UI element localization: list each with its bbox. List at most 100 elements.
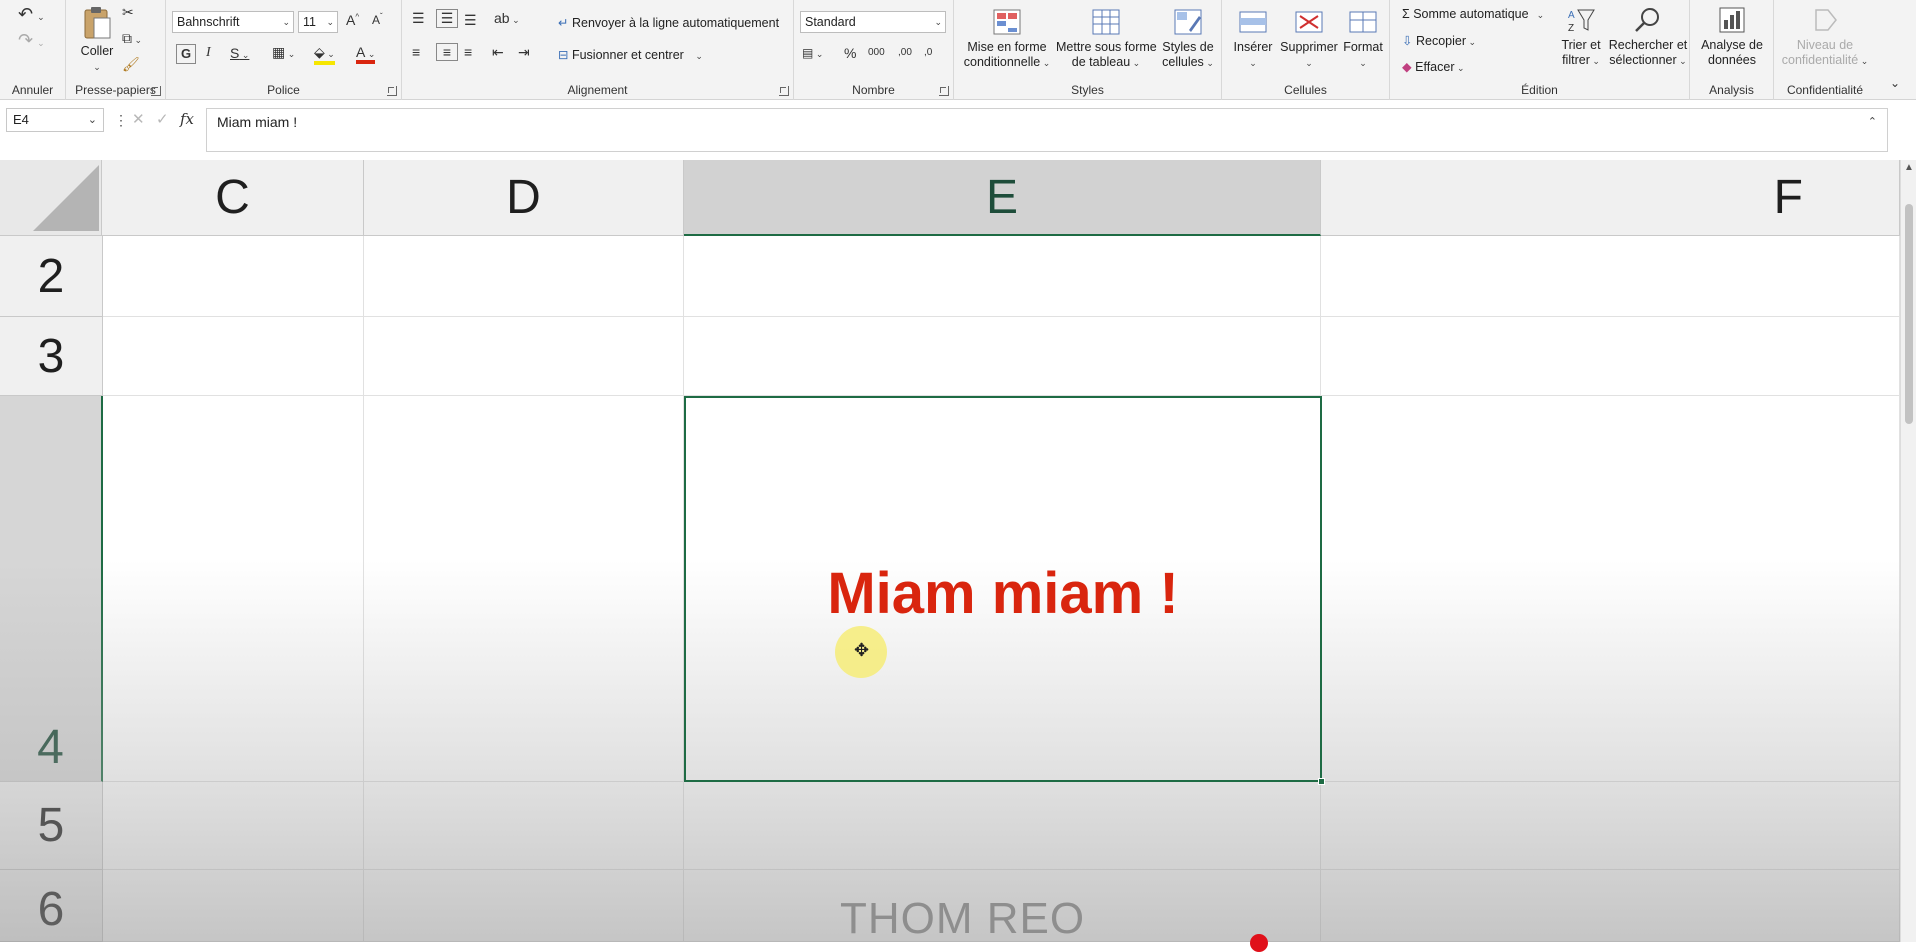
decrease-font-icon[interactable]: Aˇ bbox=[372, 12, 383, 27]
column-header-d[interactable]: D bbox=[364, 160, 684, 236]
name-box-dropdown-icon[interactable]: ⌄ bbox=[88, 109, 97, 131]
decrease-indent-icon[interactable]: ⇤ bbox=[492, 44, 504, 61]
cell-d5[interactable] bbox=[364, 782, 684, 870]
italic-button[interactable]: I bbox=[206, 45, 211, 61]
cell-c5[interactable] bbox=[103, 782, 364, 870]
active-cell-selection[interactable] bbox=[684, 396, 1325, 785]
cell-c6[interactable] bbox=[103, 870, 364, 942]
cell-c3[interactable] bbox=[103, 317, 364, 396]
vertical-scrollbar[interactable]: ▲ bbox=[1900, 160, 1916, 942]
font-color-icon[interactable]: A ⌄ bbox=[356, 44, 376, 64]
redo-icon[interactable]: ↷ ⌄ bbox=[18, 30, 45, 51]
row-header-3[interactable]: 3 bbox=[0, 317, 103, 396]
align-bottom-icon[interactable]: ☰ bbox=[464, 12, 477, 29]
currency-icon[interactable]: ▤ ⌄ bbox=[802, 46, 823, 60]
name-box[interactable]: E4 ⌄ bbox=[6, 108, 104, 132]
cell-f6[interactable] bbox=[1321, 870, 1900, 942]
formula-bar-options-icon[interactable]: ⋮ bbox=[114, 112, 128, 129]
cell-f5[interactable] bbox=[1321, 782, 1900, 870]
column-header-e[interactable]: E bbox=[684, 160, 1321, 236]
cell-d2[interactable] bbox=[364, 236, 684, 317]
find-select-label-2: sélectionner bbox=[1609, 53, 1677, 67]
column-header-c[interactable]: C bbox=[102, 160, 364, 236]
delete-button[interactable]: Supprimer ⌄ bbox=[1280, 8, 1338, 71]
cell-f4[interactable] bbox=[1321, 396, 1900, 782]
row-header-6[interactable]: 6 bbox=[0, 870, 103, 942]
align-top-icon[interactable]: ☰ bbox=[412, 10, 425, 27]
copy-icon[interactable]: ⧉ ⌄ bbox=[122, 30, 142, 47]
sensitivity-button[interactable]: Niveau de confidentialité ⌄ bbox=[1778, 6, 1872, 69]
increase-indent-icon[interactable]: ⇥ bbox=[518, 44, 530, 61]
format-button[interactable]: Format ⌄ bbox=[1340, 8, 1386, 71]
fill-handle[interactable] bbox=[1318, 778, 1325, 785]
conditional-formatting-button[interactable]: Mise en forme conditionnelle ⌄ bbox=[960, 8, 1054, 71]
clear-button[interactable]: ◆ Effacer ⌄ bbox=[1402, 59, 1465, 74]
find-select-button[interactable]: Rechercher et sélectionner ⌄ bbox=[1608, 6, 1688, 69]
bold-button[interactable]: G bbox=[176, 44, 196, 64]
ribbon-collapse-icon[interactable]: ⌄ bbox=[1890, 76, 1900, 90]
clipboard-launcher-icon[interactable] bbox=[151, 86, 161, 96]
insert-button[interactable]: Insérer ⌄ bbox=[1230, 8, 1276, 71]
cell-c4[interactable] bbox=[103, 396, 364, 782]
align-center-icon[interactable]: ≡ bbox=[436, 43, 458, 61]
insert-cells-icon bbox=[1239, 11, 1267, 33]
column-header-f[interactable]: F bbox=[1321, 160, 1900, 236]
cell-styles-label-2: cellules bbox=[1162, 55, 1204, 69]
format-painter-icon[interactable]: 🖌 bbox=[122, 56, 140, 73]
row-header-2[interactable]: 2 bbox=[0, 236, 103, 317]
cell-f2[interactable] bbox=[1321, 236, 1900, 317]
cell-d6[interactable] bbox=[364, 870, 684, 942]
font-launcher-icon[interactable] bbox=[387, 86, 397, 96]
font-size-select[interactable]: 11 ⌄ bbox=[298, 11, 338, 33]
alignment-launcher-icon[interactable] bbox=[779, 86, 789, 96]
percent-button[interactable]: % bbox=[844, 45, 856, 61]
cell-d4[interactable] bbox=[364, 396, 684, 782]
thousands-button[interactable]: 000 bbox=[868, 47, 885, 58]
select-all-button[interactable] bbox=[0, 160, 102, 236]
paste-button[interactable]: Coller ⌄ bbox=[76, 6, 118, 75]
styles-group-label: Styles bbox=[1071, 83, 1104, 97]
number-launcher-icon[interactable] bbox=[939, 86, 949, 96]
font-family-select[interactable]: Bahnschrift ⌄ bbox=[172, 11, 294, 33]
increase-decimals-button[interactable]: ,00 bbox=[898, 47, 912, 58]
align-right-icon[interactable]: ≡ bbox=[464, 44, 472, 60]
cell-e2[interactable] bbox=[684, 236, 1321, 317]
increase-font-icon[interactable]: A^ bbox=[346, 12, 359, 28]
cell-styles-button[interactable]: Styles de cellules ⌄ bbox=[1158, 8, 1218, 71]
wrap-text-button[interactable]: ↵ Renvoyer à la ligne automatiquement bbox=[558, 15, 779, 30]
row-header-4[interactable]: 4 bbox=[0, 396, 103, 782]
autosum-button[interactable]: Σ Somme automatique ⌄ bbox=[1402, 7, 1544, 21]
cell-e5[interactable] bbox=[684, 782, 1321, 870]
cell-e3[interactable] bbox=[684, 317, 1321, 396]
fill-button[interactable]: ⇩ Recopier ⌄ bbox=[1402, 33, 1476, 48]
underline-button[interactable]: S ⌄ bbox=[230, 45, 249, 61]
sort-filter-button[interactable]: AZ Trier et filtrer ⌄ bbox=[1556, 6, 1606, 69]
format-as-table-button[interactable]: Mettre sous forme de tableau ⌄ bbox=[1056, 8, 1157, 71]
analyze-data-label-2: données bbox=[1708, 53, 1756, 67]
decrease-decimals-button[interactable]: ,0 bbox=[924, 47, 932, 58]
cell-c2[interactable] bbox=[103, 236, 364, 317]
row-header-5[interactable]: 5 bbox=[0, 782, 103, 870]
scroll-thumb[interactable] bbox=[1905, 204, 1913, 424]
formula-collapse-icon[interactable]: ⌃ bbox=[1868, 115, 1877, 128]
fill-color-icon[interactable]: ⬙ ⌄ bbox=[314, 44, 335, 65]
cut-icon[interactable]: ✂ bbox=[122, 4, 134, 21]
number-format-select[interactable]: Standard ⌄ bbox=[800, 11, 946, 33]
merge-center-button[interactable]: ⊟ Fusionner et centrer ⌄ bbox=[558, 47, 703, 62]
merge-icon: ⊟ bbox=[558, 48, 569, 62]
undo-icon[interactable]: ↶ ⌄ bbox=[18, 4, 45, 25]
worksheet-grid[interactable]: C D E F 2 3 4 5 6 Miam miam ! ✥ THOM REO bbox=[0, 160, 1916, 952]
number-group-label: Nombre bbox=[852, 83, 895, 97]
cancel-icon[interactable]: ✕ bbox=[132, 110, 145, 128]
analyze-data-button[interactable]: Analyse de données bbox=[1694, 6, 1770, 68]
confirm-icon[interactable]: ✓ bbox=[156, 110, 169, 128]
align-left-icon[interactable]: ≡ bbox=[412, 44, 420, 60]
cell-f3[interactable] bbox=[1321, 317, 1900, 396]
borders-icon[interactable]: ▦ ⌄ bbox=[272, 44, 295, 61]
formula-input[interactable]: Miam miam ! ⌃ bbox=[206, 108, 1888, 152]
orientation-icon[interactable]: ab ⌄ bbox=[494, 10, 520, 26]
insert-function-button[interactable]: fx bbox=[180, 110, 194, 128]
scroll-up-icon[interactable]: ▲ bbox=[1904, 162, 1914, 173]
cell-d3[interactable] bbox=[364, 317, 684, 396]
align-middle-icon[interactable]: ☰ bbox=[436, 9, 458, 28]
